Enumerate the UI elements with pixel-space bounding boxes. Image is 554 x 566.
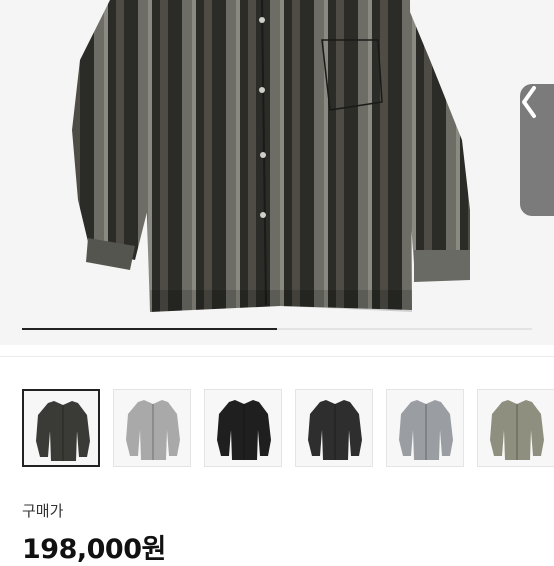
thumbnail-3[interactable]	[204, 389, 282, 467]
product-main-image[interactable]	[0, 0, 554, 345]
gallery-prev-button[interactable]	[520, 84, 554, 216]
gray-shirt-icon	[126, 400, 180, 460]
khaki-shirt-icon	[490, 400, 544, 460]
price-value: 198,000원	[22, 534, 166, 565]
thumbnail-4[interactable]	[295, 389, 373, 467]
black-shirt-icon	[217, 400, 271, 460]
charcoal-shirt-icon	[308, 400, 362, 460]
gallery-progress-bar	[22, 328, 532, 330]
thumbnail-5[interactable]	[386, 389, 464, 467]
chevron-left-icon	[522, 86, 536, 118]
gallery-progress-fill	[22, 328, 277, 330]
section-divider	[0, 356, 554, 357]
gray-check-shirt-icon	[399, 400, 453, 460]
thumbnail-6[interactable]	[477, 389, 554, 467]
thumbnail-2[interactable]	[113, 389, 191, 467]
striped-shirt-icon	[36, 401, 90, 461]
price-label: 구매가	[22, 502, 64, 520]
striped-shirt-image	[72, 0, 470, 312]
thumbnail-1[interactable]	[22, 389, 100, 467]
